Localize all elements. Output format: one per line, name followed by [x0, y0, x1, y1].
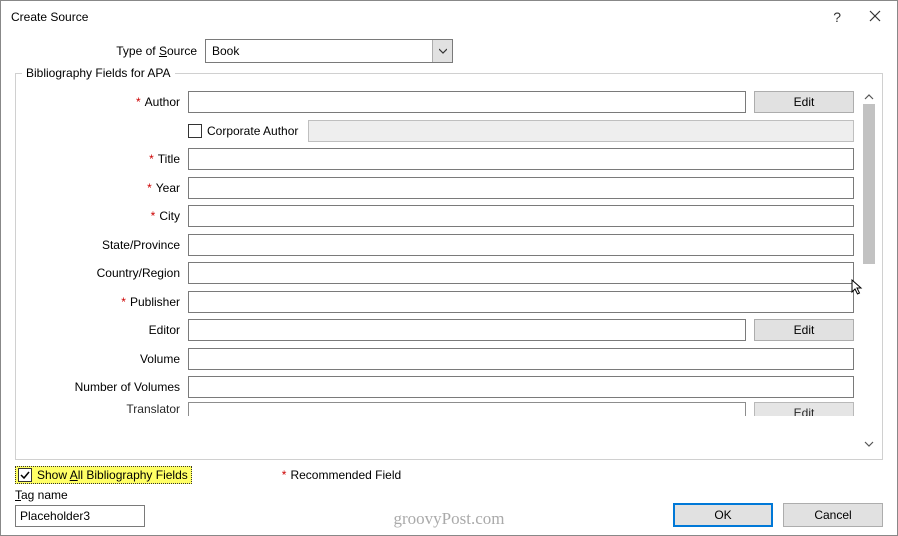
corporate-author-label: Corporate Author [207, 124, 298, 138]
recommended-note: *Recommended Field [282, 468, 401, 482]
fieldset-legend: Bibliography Fields for APA [22, 66, 175, 80]
scroll-up-icon[interactable] [862, 90, 876, 104]
editor-input[interactable] [188, 319, 746, 341]
scroll-down-icon[interactable] [862, 437, 876, 451]
state-province-input[interactable] [188, 234, 854, 256]
field-label: *Year [26, 181, 188, 195]
corporate-author-checkbox[interactable] [188, 124, 202, 138]
checkbox-icon [18, 468, 32, 482]
window-title: Create Source [11, 10, 833, 24]
tag-section: Tag name Placeholder3 [15, 488, 145, 527]
field-row: *Publisher [26, 288, 854, 317]
field-row: Country/Region [26, 259, 854, 288]
country-region-input[interactable] [188, 262, 854, 284]
scroll-track[interactable] [863, 104, 875, 437]
field-row: Translator Edit [26, 402, 854, 416]
field-label: *Title [26, 152, 188, 166]
field-label: *City [26, 209, 188, 223]
source-type-label: Type of Source [15, 44, 205, 58]
source-type-row: Type of Source Book [15, 39, 883, 63]
field-row: *Year [26, 174, 854, 203]
corporate-author-row: Corporate Author [26, 117, 854, 146]
fields-pane: *Author Edit Corporate Author *Title *Year *C… [20, 86, 860, 455]
field-row: *Author Edit [26, 88, 854, 117]
publisher-input[interactable] [188, 291, 854, 313]
close-icon[interactable] [869, 10, 881, 24]
field-label: Country/Region [26, 266, 188, 280]
title-input[interactable] [188, 148, 854, 170]
show-all-fields-checkbox[interactable]: Show All Bibliography Fields [15, 466, 192, 484]
source-type-value: Book [212, 44, 239, 58]
author-input[interactable] [188, 91, 746, 113]
edit-button[interactable]: Edit [754, 91, 854, 113]
bibliography-fieldset: Bibliography Fields for APA *AuthorEditC… [15, 73, 883, 460]
show-all-label: Show All Bibliography Fields [37, 468, 188, 482]
cancel-button[interactable]: Cancel [783, 503, 883, 527]
field-label: Volume [26, 352, 188, 366]
field-row: Volume [26, 345, 854, 374]
scrollbar[interactable] [860, 86, 878, 455]
edit-button[interactable]: Edit [754, 402, 854, 416]
field-label: *Author [26, 95, 188, 109]
dropdown-chevron-icon[interactable] [432, 40, 452, 62]
field-label: Number of Volumes [26, 380, 188, 394]
source-type-dropdown[interactable]: Book [205, 39, 453, 63]
help-icon[interactable]: ? [833, 10, 841, 24]
titlebar: Create Source ? [1, 1, 897, 33]
field-row: *City [26, 202, 854, 231]
scroll-thumb[interactable] [863, 104, 875, 264]
field-row: Number of Volumes [26, 373, 854, 402]
field-label: Translator [26, 402, 188, 416]
field-label: *Publisher [26, 295, 188, 309]
corporate-author-input[interactable] [308, 120, 854, 142]
tag-name-input[interactable]: Placeholder3 [15, 505, 145, 527]
field-row: *Title [26, 145, 854, 174]
ok-button[interactable]: OK [673, 503, 773, 527]
create-source-dialog: Create Source ? Type of Source Book Bibl… [0, 0, 898, 536]
volume-input[interactable] [188, 348, 854, 370]
field-row: Editor Edit [26, 316, 854, 345]
year-input[interactable] [188, 177, 854, 199]
field-label: State/Province [26, 238, 188, 252]
translator-input[interactable] [188, 402, 746, 416]
tag-label: Tag name [15, 488, 145, 502]
field-label: Editor [26, 323, 188, 337]
edit-button[interactable]: Edit [754, 319, 854, 341]
number-of-volumes-input[interactable] [188, 376, 854, 398]
city-input[interactable] [188, 205, 854, 227]
field-row: State/Province [26, 231, 854, 260]
